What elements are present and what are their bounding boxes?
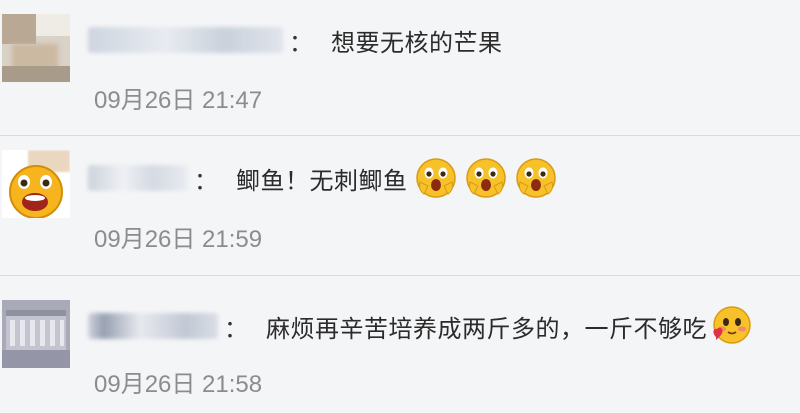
comment-item: ： 鲫鱼！无刺鲫鱼 09月26日 21:59 <box>0 136 800 274</box>
comment-text: 麻烦再辛苦培养成两斤多的，一斤不够吃 <box>266 314 707 343</box>
colon: ： <box>289 28 313 57</box>
username-blurred[interactable] <box>88 313 218 339</box>
blushing-heart-face-icon <box>713 306 751 344</box>
avatar[interactable] <box>2 150 70 218</box>
avatar[interactable] <box>2 300 70 368</box>
username-blurred[interactable] <box>88 27 283 53</box>
avatar[interactable] <box>2 14 70 82</box>
comment-item: ： 麻烦再辛苦培养成两斤多的，一斤不够吃 09月26日 21:58 <box>0 276 800 413</box>
scream-face-icon <box>515 158 556 198</box>
scream-face-icon <box>465 158 506 198</box>
comment-text: 想要无核的芒果 <box>331 28 503 57</box>
colon: ： <box>194 166 218 195</box>
comment-timestamp: 09月26日 21:59 <box>94 226 263 253</box>
comment-timestamp: 09月26日 21:47 <box>94 87 263 114</box>
scream-face-icon <box>415 158 456 198</box>
colon: ： <box>224 314 248 343</box>
username-blurred[interactable] <box>88 165 188 191</box>
comment-timestamp: 09月26日 21:58 <box>94 371 263 398</box>
comment-text: 鲫鱼！无刺鲫鱼 <box>236 166 408 195</box>
comment-item: ： 想要无核的芒果 09月26日 21:47 <box>0 0 800 130</box>
